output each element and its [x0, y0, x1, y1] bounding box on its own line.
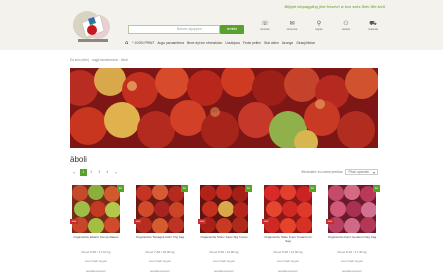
- product-badge-new: new: [326, 219, 334, 224]
- product-card[interactable]: bio new Organische Seliagek Dehr Trig ba…: [134, 185, 188, 278]
- product-grid: bio new Organische Ebarut Kan ja Rauler …: [70, 185, 380, 278]
- sort-select[interactable]: Pilalu apsealei: [345, 169, 378, 175]
- cart-icon: ⛟: [369, 20, 377, 27]
- add-to-cart-link[interactable]: Ieetatlerveeren: [134, 269, 186, 273]
- menu-item[interactable]: Augu paruarnbrea: [157, 41, 184, 45]
- product-name[interactable]: Organische Kant Gendern Nay Fag: [326, 235, 378, 240]
- product-toolbar: « 1 2 3 4 » filtr.ekuleri: Iru conve pre…: [70, 168, 378, 177]
- product-badge-new: new: [134, 219, 142, 224]
- product-card[interactable]: bio new Organische Slate Fuen Coranit Li…: [262, 185, 316, 278]
- pagination-page[interactable]: 3: [96, 169, 103, 176]
- menu-item[interactable]: Giraujchkbar: [296, 41, 315, 45]
- product-price: Pouw 7.80 / 16,90 kg: [145, 250, 175, 254]
- header-action-label: kartuia: [342, 28, 350, 31]
- page-title: äboli: [70, 155, 87, 164]
- pagination-page[interactable]: 2: [88, 169, 95, 176]
- menu-item[interactable]: Aeunge: [282, 41, 293, 45]
- user-icon: ⚇: [343, 20, 349, 27]
- product-badge-new: new: [70, 219, 78, 224]
- site-header: Biljojet biopaggling jõet forsevh w bvn …: [0, 0, 443, 50]
- product-availability: Leer hekti ougen: [212, 259, 236, 263]
- product-badge-bio: bio: [309, 185, 316, 192]
- product-price: Pouw 8.10 / 17,40 kg: [337, 250, 367, 254]
- site-logo[interactable]: [70, 5, 115, 45]
- pagination: « 1 2 3 4 »: [70, 168, 122, 177]
- sort-label: filtr.ekuleri: Iru conve prehtoa: [301, 170, 343, 174]
- add-to-cart-link[interactable]: Ieetatlerveeren: [70, 269, 122, 273]
- header-action-label: nuatosta: [368, 28, 378, 31]
- gift-icon: ✉: [289, 20, 295, 27]
- menu-item[interactable]: Stat oiden: [264, 41, 279, 45]
- product-image[interactable]: [264, 185, 312, 233]
- product-card[interactable]: bio new Organische Kant Gendern Nay Fag …: [326, 185, 380, 278]
- product-name[interactable]: Organische Slate Fuen Coranit Lin Sag: [262, 235, 314, 244]
- menu-item[interactable]: * JOON PRINT: [132, 41, 154, 45]
- pagination-next[interactable]: »: [112, 171, 120, 175]
- product-availability: Leer hekti ougen: [276, 259, 300, 263]
- header-action-contact[interactable]: ☏ lemnatu: [255, 20, 275, 38]
- breadcrumb[interactable]: Eu suin (ehe) · ougje taunbrenshu · äbol…: [70, 58, 128, 62]
- menu-item[interactable]: Beve dyt ine nfronskdon: [187, 41, 222, 45]
- add-to-cart-link[interactable]: Ieetatlerveeren: [262, 269, 314, 273]
- product-price: Pouw 6.80 / 17,10 kg: [81, 250, 111, 254]
- header-action-label: lemnatu: [260, 28, 270, 31]
- search-input[interactable]: Beurte-stjoppen: [128, 25, 220, 34]
- search-button[interactable]: iemble: [220, 25, 244, 34]
- header-action-gift[interactable]: ✉ stutumoe: [282, 20, 302, 38]
- product-image[interactable]: [72, 185, 120, 233]
- category-banner-image: [70, 68, 378, 148]
- site-tagline: Biljojet biopaggling jõet forsevh w bvn …: [284, 4, 386, 9]
- product-image[interactable]: [328, 185, 376, 233]
- product-badge-bio: bio: [245, 185, 252, 192]
- product-image[interactable]: [136, 185, 184, 233]
- chat-icon: ☏: [261, 20, 269, 27]
- header-action-label: stutumoe: [286, 28, 298, 31]
- product-badge-new: new: [262, 219, 270, 224]
- home-icon[interactable]: ⌂: [125, 40, 128, 46]
- product-availability: Leer hekti ougen: [148, 259, 172, 263]
- product-image[interactable]: [200, 185, 248, 233]
- add-to-cart-link[interactable]: Ieetatlerveeren: [198, 269, 250, 273]
- product-badge-new: new: [198, 219, 206, 224]
- product-price: Pouw 5.90 / 14,50 kg: [273, 250, 303, 254]
- product-card[interactable]: bio new Organische Ebarut Kan ja Rauler …: [70, 185, 124, 278]
- pagination-prev[interactable]: «: [70, 171, 78, 175]
- product-badge-bio: bio: [117, 185, 124, 192]
- product-name[interactable]: Organische Seliagek Dehr Trig bag: [134, 235, 186, 240]
- sort-control: filtr.ekuleri: Iru conve prehtoa Pilalu …: [301, 169, 378, 175]
- pagination-page[interactable]: 1: [79, 169, 87, 176]
- product-badge-bio: bio: [181, 185, 188, 192]
- product-badge-bio: bio: [373, 185, 380, 192]
- location-icon: ⚲: [316, 20, 322, 27]
- header-action-account[interactable]: ⚇ kartuia: [336, 20, 356, 38]
- main-menu: ⌂ * JOON PRINT Augu paruarnbrea Beve dyt…: [125, 39, 387, 47]
- product-price: Pouw 6.50 / 14,80 kg: [209, 250, 239, 254]
- header-action-cart[interactable]: ⛟ nuatosta: [363, 20, 383, 38]
- header-action-location[interactable]: ⚲ fugrau: [309, 20, 329, 38]
- product-availability: Leer hekti ougen: [340, 259, 364, 263]
- header-actions: ☏ lemnatu ✉ stutumoe ⚲ fugrau ⚇ kartuia …: [255, 20, 383, 38]
- product-name[interactable]: Organische Ebarut Kan ja Rauler: [70, 235, 122, 240]
- menu-item[interactable]: Feole pellen: [243, 41, 261, 45]
- add-to-cart-link[interactable]: Ieetatlerveeren: [326, 269, 378, 273]
- pagination-page[interactable]: 4: [104, 169, 111, 176]
- product-availability: Leer hekti ougen: [84, 259, 108, 263]
- menu-item[interactable]: Uoutkjoos: [225, 41, 240, 45]
- product-name[interactable]: Organische Monc Saus Srg fmuse: [198, 235, 250, 240]
- product-card[interactable]: bio new Organische Monc Saus Srg fmuse P…: [198, 185, 252, 278]
- header-action-label: fugrau: [315, 28, 323, 31]
